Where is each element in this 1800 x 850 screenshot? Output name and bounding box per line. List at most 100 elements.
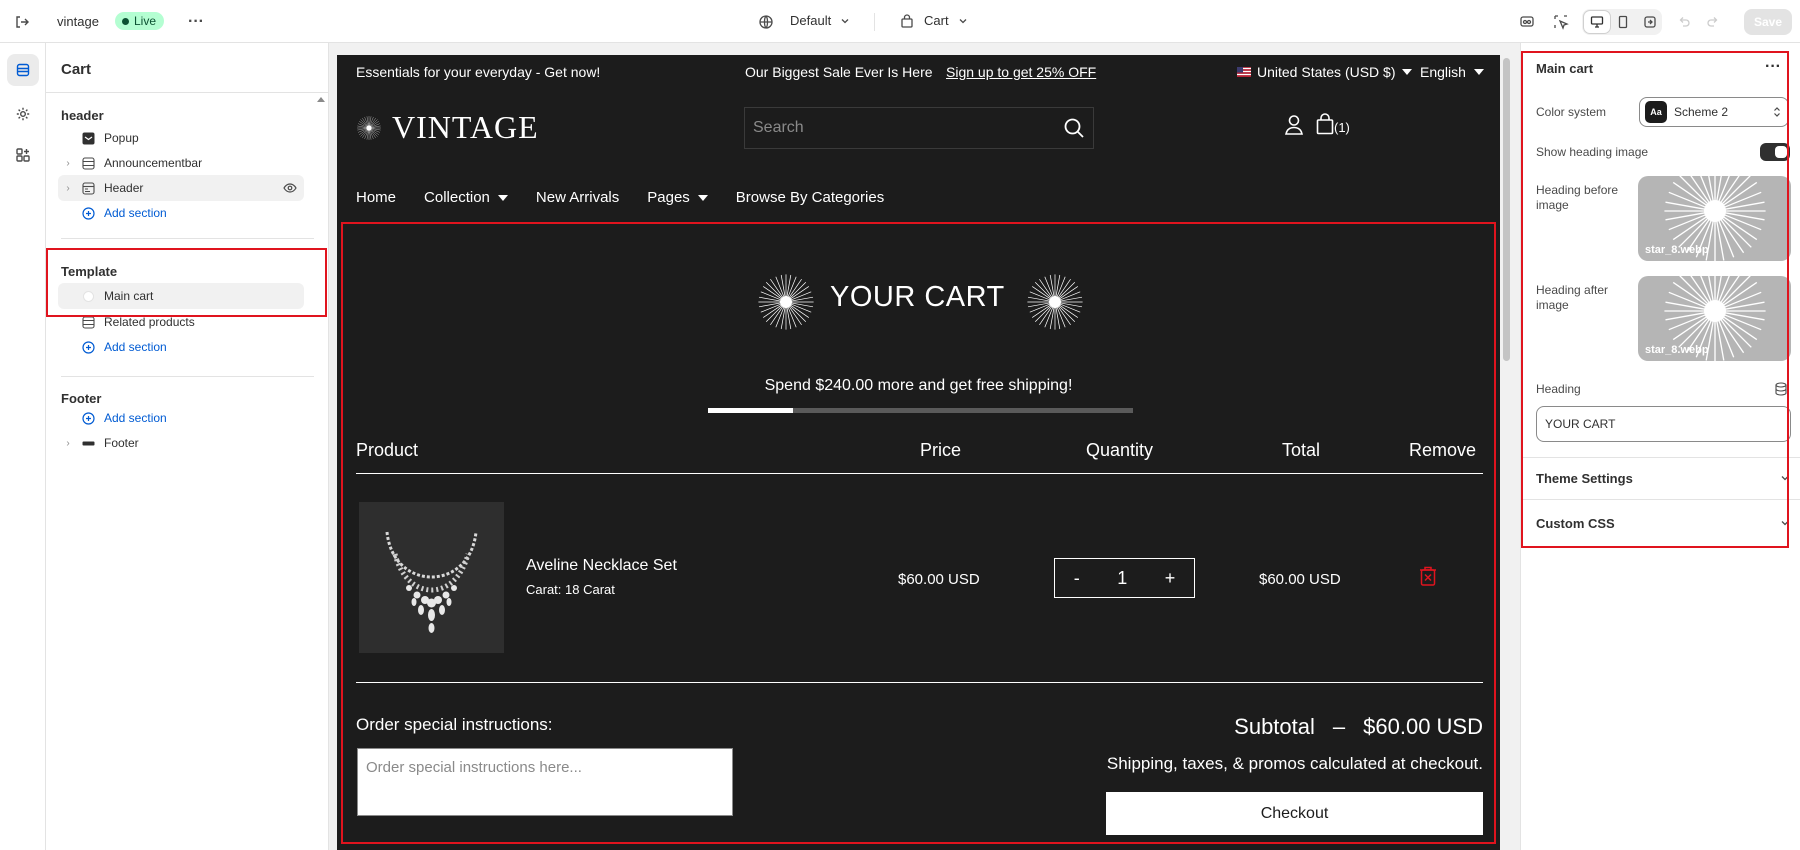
more-actions-icon[interactable]: ···	[186, 12, 206, 32]
chevron-down-icon[interactable]	[956, 14, 970, 28]
top-bar: vintage Live ··· Default Cart Save	[0, 0, 1800, 43]
theme-settings-accordion[interactable]: Theme Settings	[1536, 468, 1791, 488]
section-item-popup[interactable]: Popup	[58, 125, 304, 151]
redo-icon[interactable]	[1703, 12, 1723, 32]
select-cursor-icon[interactable]	[1551, 12, 1571, 32]
store-logo[interactable]: VINTAGE	[392, 109, 539, 146]
preview-scrollbar-thumb[interactable]	[1503, 58, 1510, 361]
section-item-related-products[interactable]: Related products	[58, 309, 304, 335]
subtotal-row: Subtotal – $60.00 USD	[1234, 714, 1483, 740]
section-item-header[interactable]: › Header	[58, 175, 304, 201]
live-status-badge: Live	[115, 12, 165, 30]
store-name: vintage	[57, 14, 99, 29]
announcement-link[interactable]: Sign up to get 25% OFF	[946, 64, 1096, 80]
col-price: Price	[920, 440, 962, 460]
heading-after-image-picker[interactable]: star_8.webp	[1638, 276, 1791, 361]
desktop-view-icon[interactable]	[1584, 11, 1610, 33]
search-input[interactable]: Search	[744, 107, 1094, 149]
show-heading-image-label: Show heading image	[1536, 145, 1649, 159]
decrease-quantity-button[interactable]: -	[1074, 568, 1080, 589]
sections-icon[interactable]	[13, 60, 33, 80]
divider	[356, 473, 1483, 474]
add-section-button[interactable]: Add section	[58, 405, 304, 431]
caret-down-icon	[497, 194, 508, 201]
section-item-footer[interactable]: › Footer	[58, 430, 304, 456]
page-select[interactable]: Cart	[924, 13, 949, 28]
order-notes-textarea[interactable]: Order special instructions here...	[357, 748, 733, 816]
heading-before-image-label: Heading before image	[1536, 183, 1619, 212]
search-icon[interactable]	[1063, 117, 1085, 139]
theme-select[interactable]: Default	[790, 13, 831, 28]
nav-new-arrivals[interactable]: New Arrivals	[536, 189, 619, 206]
cart-heading: YOUR CART	[830, 281, 1005, 313]
color-scheme-value: Scheme 2	[1674, 105, 1729, 119]
language-selector[interactable]: English	[1420, 64, 1484, 80]
announcement-bar: Essentials for your everyday - Get now! …	[337, 55, 1500, 88]
remove-trash-icon[interactable]	[1418, 565, 1438, 587]
heading-input[interactable]: YOUR CART	[1536, 406, 1791, 442]
section-item-label: Popup	[104, 131, 139, 145]
us-flag-icon	[1237, 66, 1251, 77]
panel-title: Cart	[61, 61, 92, 78]
more-actions-icon[interactable]: ···	[1763, 57, 1783, 77]
product-name[interactable]: Aveline Necklace Set	[526, 557, 677, 575]
nav-pages[interactable]: Pages	[647, 189, 708, 206]
custom-css-accordion[interactable]: Custom CSS	[1536, 513, 1791, 533]
subtotal-value: $60.00 USD	[1363, 714, 1483, 739]
color-scheme-select[interactable]: Aa Scheme 2	[1639, 97, 1789, 127]
save-button[interactable]: Save	[1744, 9, 1792, 35]
section-item-label: Related products	[104, 315, 195, 329]
show-heading-image-toggle[interactable]	[1760, 143, 1790, 161]
nav-label: Home	[356, 189, 397, 206]
exit-icon[interactable]	[12, 12, 32, 32]
section-item-main-cart[interactable]: Main cart	[58, 283, 304, 309]
visibility-eye-icon[interactable]	[283, 183, 297, 193]
section-item-label: Announcementbar	[104, 156, 203, 170]
dynamic-source-icon[interactable]	[1774, 382, 1788, 396]
heading-before-image-picker[interactable]: star_8.webp	[1638, 176, 1791, 261]
currency-selector[interactable]: United States (USD $)	[1237, 64, 1412, 80]
inspector-icon[interactable]	[1517, 12, 1537, 32]
fullscreen-view-icon[interactable]	[1639, 11, 1661, 33]
col-quantity: Quantity	[1086, 440, 1154, 460]
nav-label: Collection	[424, 189, 490, 206]
subtotal-label: Subtotal	[1234, 714, 1315, 739]
quantity-value[interactable]: 1	[1117, 568, 1127, 589]
expand-chevron-icon[interactable]: ›	[58, 438, 78, 449]
apps-icon[interactable]	[13, 145, 33, 165]
divider	[1521, 457, 1800, 458]
nav-home[interactable]: Home	[356, 189, 396, 206]
popup-icon	[78, 131, 98, 145]
section-item-label: Header	[104, 181, 144, 195]
product-total: $60.00 USD	[1259, 571, 1341, 588]
add-section-button[interactable]: Add section	[58, 334, 304, 360]
checkout-button[interactable]: Checkout	[1106, 792, 1483, 835]
currency-label: United States (USD $)	[1257, 63, 1396, 80]
mobile-view-icon[interactable]	[1612, 11, 1634, 33]
subtotal-separator: –	[1332, 714, 1346, 739]
scroll-up-arrow-icon[interactable]	[317, 97, 325, 102]
add-section-button[interactable]: Add section	[58, 200, 304, 226]
store-preview: Essentials for your everyday - Get now! …	[337, 55, 1500, 850]
account-icon[interactable]	[1284, 114, 1304, 136]
divider	[61, 376, 314, 377]
section-layout-icon	[78, 156, 98, 170]
heading-label: Heading	[1536, 382, 1581, 396]
cart-bag-icon[interactable]	[1316, 113, 1334, 135]
settings-gear-icon[interactable]	[13, 104, 33, 124]
necklace-image	[385, 531, 478, 633]
expand-chevron-icon[interactable]: ›	[58, 183, 78, 194]
divider	[874, 13, 875, 31]
section-item-announcementbar[interactable]: › Announcementbar	[58, 150, 304, 176]
chevron-down-icon[interactable]	[838, 14, 852, 28]
cart-count: (1)	[1334, 120, 1350, 135]
divider	[1521, 499, 1800, 500]
increase-quantity-button[interactable]: +	[1165, 568, 1176, 589]
nav-browse-by-categories[interactable]: Browse By Categories	[736, 189, 884, 206]
group-template-label: Template	[61, 264, 118, 279]
expand-chevron-icon[interactable]: ›	[58, 158, 78, 169]
nav-collection[interactable]: Collection	[424, 189, 508, 206]
chevron-down-icon	[1781, 521, 1789, 526]
undo-icon[interactable]	[1674, 12, 1694, 32]
product-image[interactable]	[359, 502, 504, 653]
